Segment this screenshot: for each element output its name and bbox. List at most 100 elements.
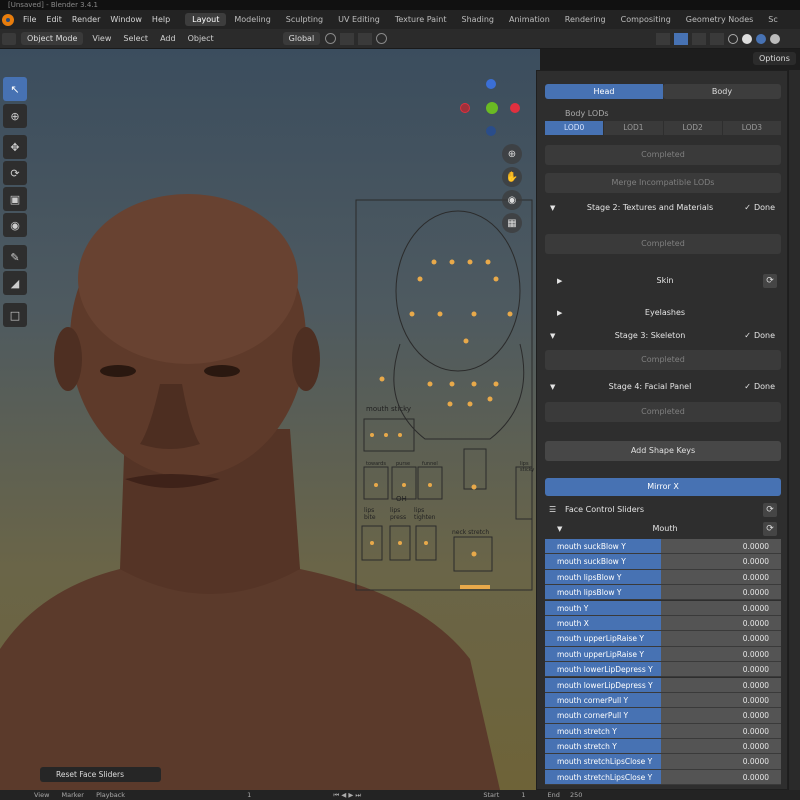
menu-window[interactable]: Window xyxy=(105,15,147,24)
shading-rendered-icon[interactable] xyxy=(770,33,780,44)
shading-wireframe-icon[interactable] xyxy=(728,33,738,44)
gizmo-z-axis[interactable] xyxy=(486,79,496,89)
refresh-icon[interactable]: ⟳ xyxy=(763,503,777,517)
tab-body[interactable]: Body xyxy=(663,84,781,99)
gizmo-y-axis[interactable] xyxy=(486,102,498,114)
workspace-tab-rendering[interactable]: Rendering xyxy=(558,13,613,26)
xray-toggle-icon[interactable] xyxy=(710,32,724,45)
slider[interactable]: mouth cornerPull Y 0.0000 xyxy=(545,708,781,724)
refresh-icon[interactable]: ⟳ xyxy=(763,274,777,288)
menu-help[interactable]: Help xyxy=(147,15,175,24)
completed-button[interactable]: Completed xyxy=(545,145,781,165)
menu-render[interactable]: Render xyxy=(67,15,105,24)
workspace-tab-shading[interactable]: Shading xyxy=(454,13,501,26)
slider[interactable]: mouth stretchLipsClose Y 0.0000 xyxy=(545,754,781,770)
lod2-button[interactable]: LOD2 xyxy=(663,121,722,135)
timeline-menu-playback[interactable]: Playback xyxy=(96,791,125,799)
measure-tool[interactable]: ◢ xyxy=(3,271,27,295)
visibility-icon[interactable] xyxy=(656,32,670,45)
play-controls-icon[interactable]: ⏮ ◀ ▶ ⏭ xyxy=(333,791,361,799)
merge-incompatible-lods-button[interactable]: Merge Incompatible LODs xyxy=(545,173,781,193)
lod1-button[interactable]: LOD1 xyxy=(604,121,663,135)
timeline-menu-marker[interactable]: Marker xyxy=(62,791,84,799)
gizmo-toggle-icon[interactable] xyxy=(674,32,688,45)
tab-head[interactable]: Head xyxy=(545,84,663,99)
slider[interactable]: mouth stretch Y 0.0000 xyxy=(545,723,781,739)
slider[interactable]: mouth upperLipRaise Y 0.0000 xyxy=(545,631,781,647)
eyelashes-row[interactable]: ▶ Eyelashes xyxy=(545,304,781,322)
stage-4-header[interactable]: ▼ Stage 4: Facial Panel ✓ Done xyxy=(545,378,781,396)
menu-view[interactable]: View xyxy=(86,32,117,45)
stage-3-header[interactable]: ▼ Stage 3: Skeleton ✓ Done xyxy=(545,327,781,345)
collapse-triangle-icon[interactable]: ▼ xyxy=(557,520,562,538)
move-tool[interactable]: ✥ xyxy=(3,135,27,159)
transform-tool[interactable]: ◉ xyxy=(3,213,27,237)
slider[interactable]: mouth cornerPull Y 0.0000 xyxy=(545,692,781,709)
grid-icon[interactable]: ▦ xyxy=(502,213,522,233)
shading-options-icon[interactable] xyxy=(784,33,798,45)
lod0-button[interactable]: LOD0 xyxy=(545,121,604,135)
refresh-icon[interactable]: ⟳ xyxy=(763,522,777,536)
slider[interactable]: mouth suckBlow Y 0.0000 xyxy=(545,539,781,555)
timeline-menu-view[interactable]: View xyxy=(34,791,49,799)
add-cube-tool[interactable]: □ xyxy=(3,303,27,327)
completed-button[interactable]: Completed xyxy=(545,402,781,422)
transform-orientation-dropdown[interactable]: Global xyxy=(282,32,321,45)
workspace-tab-animation[interactable]: Animation xyxy=(502,13,557,26)
mode-selector[interactable]: Object Mode xyxy=(21,32,84,45)
options-dropdown[interactable]: Options xyxy=(753,52,796,65)
menu-object[interactable]: Object xyxy=(182,32,220,45)
slider[interactable]: mouth stretch Y 0.0000 xyxy=(545,739,781,755)
shading-material-icon[interactable] xyxy=(756,33,766,44)
add-shape-keys-button[interactable]: Add Shape Keys xyxy=(545,441,781,461)
workspace-tab-scripting[interactable]: Sc xyxy=(761,13,784,26)
collapse-triangle-icon[interactable]: ▼ xyxy=(550,378,555,396)
select-box-tool[interactable]: ↖ xyxy=(3,77,27,101)
start-frame-field[interactable]: 1 xyxy=(521,791,525,799)
skin-row[interactable]: ▶ Skin ⟳ xyxy=(545,272,781,290)
gizmo-neg-x-axis[interactable] xyxy=(460,103,470,113)
completed-button[interactable]: Completed xyxy=(545,350,781,370)
collapse-triangle-icon[interactable]: ▼ xyxy=(550,327,555,345)
workspace-tab-texture-paint[interactable]: Texture Paint xyxy=(388,13,454,26)
expand-triangle-icon[interactable]: ▶ xyxy=(557,304,562,322)
zoom-icon[interactable]: ⊕ xyxy=(502,144,522,164)
sidebar-tab-strip[interactable] xyxy=(789,70,800,790)
slider[interactable]: mouth lipsBlow Y 0.0000 xyxy=(545,569,781,586)
snap-target-icon[interactable] xyxy=(358,32,373,45)
gizmo-x-axis[interactable] xyxy=(510,103,520,113)
gizmo-neg-z-axis[interactable] xyxy=(486,126,496,136)
pan-hand-icon[interactable]: ✋ xyxy=(502,167,522,187)
expand-triangle-icon[interactable]: ▶ xyxy=(557,272,562,290)
reset-face-sliders-button[interactable]: Reset Face Sliders xyxy=(40,767,161,782)
slider[interactable]: mouth upperLipRaise Y 0.0000 xyxy=(545,646,781,663)
workspace-tab-geometry-nodes[interactable]: Geometry Nodes xyxy=(679,13,760,26)
mouth-section-header[interactable]: ▼ Mouth ⟳ xyxy=(545,520,781,538)
completed-button[interactable]: Completed xyxy=(545,234,781,254)
slider[interactable]: mouth X 0.0000 xyxy=(545,615,781,632)
slider[interactable]: mouth lowerLipDepress Y 0.0000 xyxy=(545,662,781,678)
slider[interactable]: mouth Y 0.0000 xyxy=(545,600,781,616)
collapse-triangle-icon[interactable]: ▼ xyxy=(550,199,555,217)
cursor-tool[interactable]: ⊕ xyxy=(3,104,27,128)
lod3-button[interactable]: LOD3 xyxy=(722,121,781,135)
workspace-tab-layout[interactable]: Layout xyxy=(185,13,227,26)
rotate-tool[interactable]: ⟳ xyxy=(3,161,27,185)
menu-edit[interactable]: Edit xyxy=(41,15,67,24)
slider[interactable]: mouth lipsBlow Y 0.0000 xyxy=(545,585,781,601)
menu-add[interactable]: Add xyxy=(154,32,182,45)
slider[interactable]: mouth stretchLipsClose Y 0.0000 xyxy=(545,769,781,786)
workspace-tab-uv-editing[interactable]: UV Editing xyxy=(331,13,387,26)
slider[interactable]: mouth lowerLipDepress Y 0.0000 xyxy=(545,677,781,693)
menu-file[interactable]: File xyxy=(18,15,41,24)
end-frame-field[interactable]: 250 xyxy=(570,791,582,799)
editor-type-icon[interactable] xyxy=(2,32,16,45)
slider[interactable]: mouth suckBlow Y 0.0000 xyxy=(545,554,781,570)
annotate-tool[interactable]: ✎ xyxy=(3,245,27,269)
workspace-tab-modeling[interactable]: Modeling xyxy=(227,13,277,26)
blender-logo-icon[interactable] xyxy=(2,13,14,26)
pivot-icon[interactable] xyxy=(325,33,337,44)
camera-icon[interactable]: ◉ xyxy=(502,190,522,210)
current-frame-field[interactable]: 1 xyxy=(247,791,251,799)
mirror-x-button[interactable]: Mirror X xyxy=(545,478,781,496)
